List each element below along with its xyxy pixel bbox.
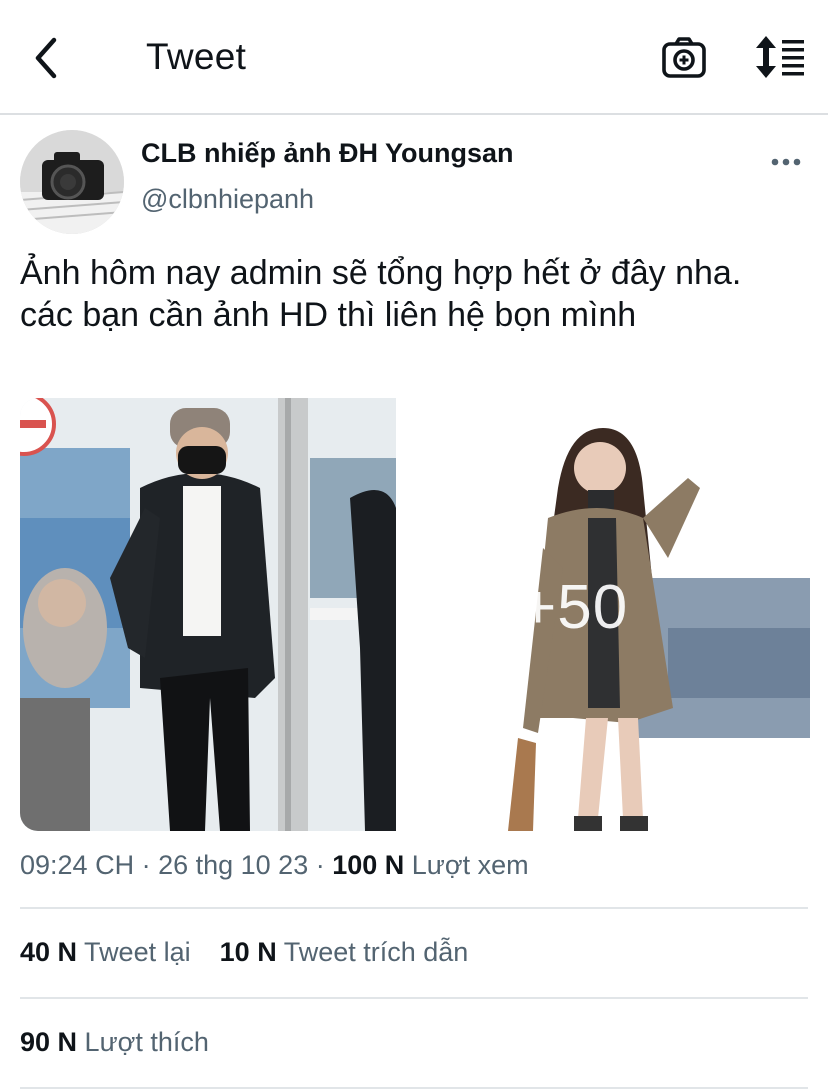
tweet-media [20,398,810,831]
author-handle[interactable]: @clbnhiepanh [141,184,314,215]
tweet-time: 09:24 CH [20,850,135,880]
top-bar: Tweet [0,0,828,115]
retweets-count: 40 N [20,937,78,967]
tweet-date: 26 thg 10 23 [158,850,309,880]
tweet-photo[interactable] [20,398,396,831]
separator: · [134,850,159,880]
retweets-label: Tweet lại [77,937,191,967]
quotes-count: 10 N [219,937,277,967]
quotes-label: Tweet trích dẫn [276,937,469,967]
more-options-icon[interactable] [768,150,804,174]
sort-list-icon[interactable] [752,34,808,80]
views-count: 100 N [332,850,405,880]
author-name[interactable]: CLB nhiếp ảnh ĐH Youngsan [141,138,514,169]
views-label: Lượt xem [404,850,529,880]
more-photos-count[interactable]: +50 [520,572,628,643]
tweet-text: Ảnh hôm nay admin sẽ tổng hợp hết ở đây … [20,252,820,336]
divider [20,907,808,909]
camera-add-icon[interactable] [660,36,708,80]
separator: · [308,850,333,880]
tweet-text-line: Ảnh hôm nay admin sẽ tổng hợp hết ở đây … [20,254,742,292]
tweet-meta: 09:24 CH · 26 thg 10 23 · 100 N Lượt xem [20,850,529,881]
tweet-text-line: các bạn cần ảnh HD thì liên hệ bọn mình [20,296,637,334]
divider [20,997,808,999]
likes-count: 90 N [20,1027,78,1057]
page-title: Tweet [146,36,247,77]
avatar[interactable] [20,130,124,234]
likes-stats[interactable]: 90 N Lượt thích [20,1027,209,1058]
divider [20,1087,808,1089]
likes-label: Lượt thích [77,1027,209,1057]
retweet-stats[interactable]: 40 N Tweet lại 10 N Tweet trích dẫn [20,937,468,968]
back-arrow-icon[interactable] [28,36,68,80]
